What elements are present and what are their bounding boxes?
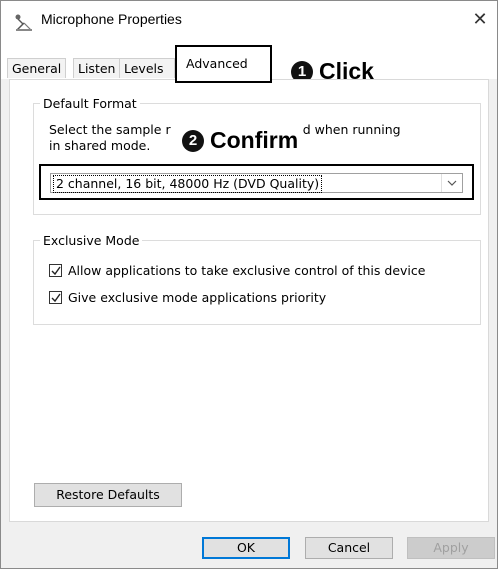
exclusive-priority-label: Give exclusive mode applications priorit… — [68, 290, 327, 305]
window-title: Microphone Properties — [41, 11, 182, 27]
confirm-callout: 2 Confirm — [178, 127, 303, 159]
apply-button: Apply — [407, 537, 495, 559]
allow-exclusive-control-label: Allow applications to take exclusive con… — [68, 263, 426, 278]
checkbox-checked-icon[interactable] — [49, 264, 62, 277]
format-select-highlight: 2 channel, 16 bit, 48000 Hz (DVD Quality… — [39, 164, 474, 200]
close-button[interactable]: ✕ — [469, 9, 491, 31]
title-bar: Microphone Properties ✕ — [1, 1, 497, 41]
description-line1-start: Select the sample r — [49, 122, 171, 137]
format-select[interactable]: 2 channel, 16 bit, 48000 Hz (DVD Quality… — [50, 173, 463, 193]
cancel-button[interactable]: Cancel — [305, 537, 393, 559]
tab-advanced[interactable]: Advanced — [175, 45, 272, 83]
default-format-legend: Default Format — [43, 96, 137, 111]
format-select-value: 2 channel, 16 bit, 48000 Hz (DVD Quality… — [53, 175, 323, 193]
exclusive-mode-legend: Exclusive Mode — [43, 233, 140, 248]
tab-levels[interactable]: Levels — [119, 58, 175, 78]
description-line2: in shared mode. — [49, 138, 151, 153]
confirm-callout-text: Confirm — [210, 127, 299, 153]
step-two-badge: 2 — [182, 129, 204, 152]
properties-dialog: Microphone Properties ✕ General Listen L… — [0, 0, 498, 569]
microphone-icon — [15, 14, 32, 31]
tab-general[interactable]: General — [7, 58, 67, 78]
checkbox-checked-icon[interactable] — [49, 291, 62, 304]
ok-button[interactable]: OK — [202, 537, 290, 559]
restore-defaults-button[interactable]: Restore Defaults — [34, 483, 182, 507]
tab-listen[interactable]: Listen — [73, 58, 121, 78]
chevron-down-icon[interactable] — [441, 174, 462, 192]
